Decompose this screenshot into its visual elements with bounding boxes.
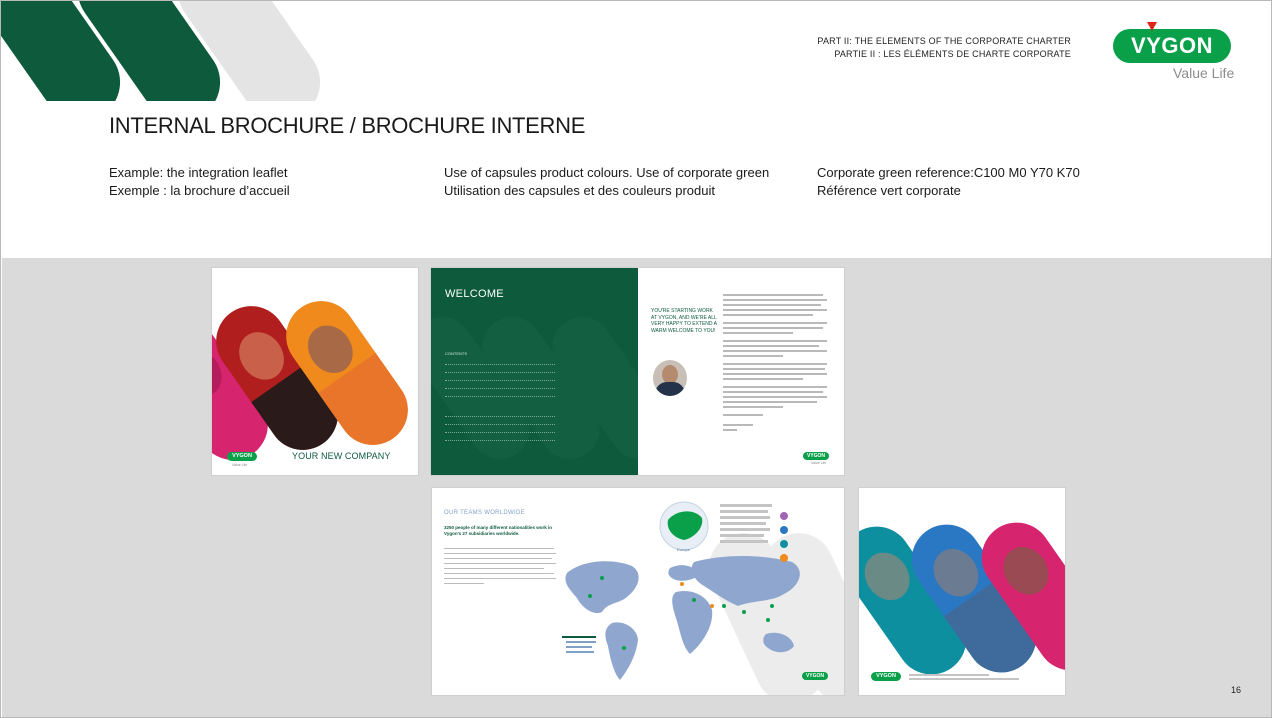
spread-logo-tagline: Value Life	[811, 461, 827, 465]
back-cover-text-line	[909, 678, 1019, 680]
brochure-welcome-spread: WELCOME CONTENTS YOU'RE STARTING WORK AT…	[431, 268, 844, 475]
logo-tagline: Value Life	[1173, 65, 1235, 81]
signature-line	[723, 429, 737, 431]
body-text-line	[723, 322, 827, 324]
section-header: PART II: THE ELEMENTS OF THE CORPORATE C…	[817, 35, 1071, 61]
page-number: 16	[1230, 685, 1241, 695]
toc-line	[445, 388, 555, 389]
ceo-photo	[653, 360, 687, 396]
description-example: Example: the integration leaflet Exemple…	[109, 164, 290, 200]
body-text-line	[723, 327, 823, 329]
back-cover-logo: VYGON	[871, 672, 901, 681]
toc-line	[445, 416, 555, 417]
toc-line	[445, 440, 555, 441]
body-text-line	[723, 406, 783, 408]
toc-line	[445, 380, 555, 381]
body-text-line	[723, 396, 827, 398]
map-page-logo: VYGON	[802, 672, 828, 680]
welcome-heading: YOU'RE STARTING WORK AT VYGON, AND WE'RE…	[651, 308, 717, 334]
cover-logo-tagline: Value Life	[232, 463, 248, 467]
body-text-line	[723, 299, 827, 301]
brochure-teams-map-page: OUR TEAMS WORLDWIDE 3250 people of many …	[432, 488, 844, 695]
toc-line	[445, 364, 555, 365]
cover-title: YOUR NEW COMPANY	[292, 451, 391, 461]
toc-line	[445, 432, 555, 433]
spread-logo: VYGON	[803, 452, 829, 460]
logo-brand: VYGON	[1131, 33, 1213, 58]
section-header-fr: PARTIE II : LES ÉLÉMENTS DE CHARTE CORPO…	[834, 49, 1071, 59]
description-green-reference-fr: Référence vert corporate	[817, 183, 961, 198]
body-text-line	[723, 368, 825, 370]
signature-line	[723, 424, 753, 426]
description-green-reference: Corporate green reference:C100 M0 Y70 K7…	[817, 164, 1080, 200]
body-text-line	[723, 355, 783, 357]
capsule-decoration	[1, 1, 321, 101]
body-text-line	[723, 294, 823, 296]
contents-label: CONTENTS	[445, 351, 467, 356]
body-text-line	[723, 304, 821, 306]
description-usage-en: Use of capsules product colours. Use of …	[444, 165, 770, 180]
welcome-capsule-pattern	[431, 317, 638, 459]
body-text-line	[723, 332, 793, 334]
slide: PART II: THE ELEMENTS OF THE CORPORATE C…	[0, 0, 1272, 718]
body-text-line	[723, 391, 823, 393]
body-text-line	[723, 340, 827, 342]
brochure-back-cover-page: VYGON	[859, 488, 1065, 695]
map-region-label: Europe	[677, 547, 690, 552]
back-cover-text-line	[909, 674, 989, 676]
brochure-cover-page: VYGON Value Life YOUR NEW COMPANY	[212, 268, 418, 475]
body-text-line	[723, 401, 817, 403]
section-header-en: PART II: THE ELEMENTS OF THE CORPORATE C…	[817, 36, 1071, 46]
welcome-green-panel: WELCOME CONTENTS	[431, 268, 638, 475]
toc-line	[445, 424, 555, 425]
vygon-logo: VYGON Value Life	[1109, 22, 1259, 85]
body-text-line	[723, 378, 803, 380]
page-title: INTERNAL BROCHURE / BROCHURE INTERNE	[109, 113, 586, 138]
description-example-fr: Exemple : la brochure d’accueil	[109, 183, 290, 198]
description-example-en: Example: the integration leaflet	[109, 165, 288, 180]
body-text-line	[723, 373, 827, 375]
body-text-line	[723, 363, 827, 365]
toc-line	[445, 396, 555, 397]
welcome-title: WELCOME	[445, 288, 504, 300]
body-text-line	[723, 386, 827, 388]
world-map	[562, 501, 844, 695]
body-text-line	[723, 345, 819, 347]
cover-logo: VYGON	[227, 452, 257, 461]
description-usage: Use of capsules product colours. Use of …	[444, 164, 769, 200]
description-green-reference-en: Corporate green reference:C100 M0 Y70 K7…	[817, 165, 1080, 180]
toc-line	[445, 372, 555, 373]
body-text-line	[723, 414, 763, 416]
body-text-line	[723, 309, 827, 311]
body-text-line	[723, 314, 813, 316]
body-text-line	[723, 350, 827, 352]
logo-triangle-icon	[1147, 22, 1157, 31]
description-usage-fr: Utilisation des capsules et des couleurs…	[444, 183, 715, 198]
